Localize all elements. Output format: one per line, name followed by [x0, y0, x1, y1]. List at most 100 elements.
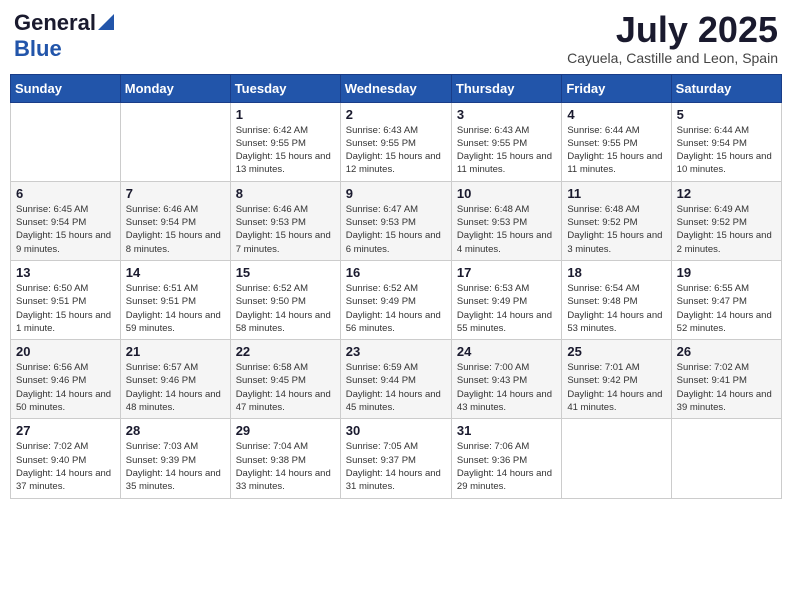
title-block: July 2025 Cayuela, Castille and Leon, Sp…	[567, 10, 778, 66]
day-number: 9	[346, 186, 446, 201]
day-number: 11	[567, 186, 665, 201]
day-info: Sunrise: 7:00 AMSunset: 9:43 PMDaylight:…	[457, 361, 556, 414]
logo: General Blue	[14, 10, 114, 62]
weekday-header-saturday: Saturday	[671, 74, 781, 102]
calendar-cell: 17Sunrise: 6:53 AMSunset: 9:49 PMDayligh…	[451, 260, 561, 339]
calendar-cell: 13Sunrise: 6:50 AMSunset: 9:51 PMDayligh…	[11, 260, 121, 339]
calendar-cell: 8 Sunrise: 6:46 AMSunset: 9:53 PMDaylight…	[230, 181, 340, 260]
calendar-cell: 15Sunrise: 6:52 AMSunset: 9:50 PMDayligh…	[230, 260, 340, 339]
calendar-week-row: 13Sunrise: 6:50 AMSunset: 9:51 PMDayligh…	[11, 260, 782, 339]
day-number: 22	[236, 344, 335, 359]
calendar-cell: 3Sunrise: 6:43 AMSunset: 9:55 PMDaylight…	[451, 102, 561, 181]
day-info: Sunrise: 7:03 AMSunset: 9:39 PMDaylight:…	[126, 440, 225, 493]
day-number: 26	[677, 344, 776, 359]
day-number: 29	[236, 423, 335, 438]
calendar-cell: 1 Sunrise: 6:42 AMSunset: 9:55 PMDaylight…	[230, 102, 340, 181]
day-info: Sunrise: 6:56 AMSunset: 9:46 PMDaylight:…	[16, 361, 115, 414]
calendar-cell	[671, 419, 781, 498]
day-number: 3	[457, 107, 556, 122]
day-info: Sunrise: 6:44 AMSunset: 9:55 PMDaylight:…	[567, 124, 665, 177]
day-number: 19	[677, 265, 776, 280]
day-number: 15	[236, 265, 335, 280]
calendar-cell: 20 Sunrise: 6:56 AMSunset: 9:46 PMDayligh…	[11, 340, 121, 419]
weekday-header-monday: Monday	[120, 74, 230, 102]
day-info: Sunrise: 6:53 AMSunset: 9:49 PMDaylight:…	[457, 282, 556, 335]
calendar-cell: 22 Sunrise: 6:58 AMSunset: 9:45 PMDayligh…	[230, 340, 340, 419]
day-number: 2	[346, 107, 446, 122]
day-number: 25	[567, 344, 665, 359]
day-number: 5	[677, 107, 776, 122]
day-info: Sunrise: 6:48 AMSunset: 9:53 PMDaylight:…	[457, 203, 556, 256]
day-info: Sunrise: 6:47 AMSunset: 9:53 PMDaylight:…	[346, 203, 446, 256]
day-info: Sunrise: 6:42 AMSunset: 9:55 PMDaylight:…	[236, 124, 335, 177]
day-number: 20	[16, 344, 115, 359]
day-info: Sunrise: 7:01 AMSunset: 9:42 PMDaylight:…	[567, 361, 665, 414]
calendar-cell: 19 Sunrise: 6:55 AMSunset: 9:47 PMDayligh…	[671, 260, 781, 339]
day-number: 14	[126, 265, 225, 280]
day-number: 21	[126, 344, 225, 359]
day-number: 31	[457, 423, 556, 438]
calendar-cell: 30 Sunrise: 7:05 AMSunset: 9:37 PMDayligh…	[340, 419, 451, 498]
calendar-cell: 27 Sunrise: 7:02 AMSunset: 9:40 PMDayligh…	[11, 419, 121, 498]
calendar-cell: 6 Sunrise: 6:45 AMSunset: 9:54 PMDaylight…	[11, 181, 121, 260]
day-info: Sunrise: 6:46 AMSunset: 9:54 PMDaylight:…	[126, 203, 225, 256]
calendar-week-row: 6 Sunrise: 6:45 AMSunset: 9:54 PMDaylight…	[11, 181, 782, 260]
day-number: 10	[457, 186, 556, 201]
month-title: July 2025	[567, 10, 778, 50]
day-info: Sunrise: 6:44 AMSunset: 9:54 PMDaylight:…	[677, 124, 776, 177]
day-number: 18	[567, 265, 665, 280]
day-number: 1	[236, 107, 335, 122]
calendar-cell: 26Sunrise: 7:02 AMSunset: 9:41 PMDayligh…	[671, 340, 781, 419]
calendar-cell: 24 Sunrise: 7:00 AMSunset: 9:43 PMDayligh…	[451, 340, 561, 419]
day-info: Sunrise: 6:54 AMSunset: 9:48 PMDaylight:…	[567, 282, 665, 335]
day-info: Sunrise: 6:49 AMSunset: 9:52 PMDaylight:…	[677, 203, 776, 256]
day-info: Sunrise: 6:43 AMSunset: 9:55 PMDaylight:…	[346, 124, 446, 177]
calendar-week-row: 27 Sunrise: 7:02 AMSunset: 9:40 PMDayligh…	[11, 419, 782, 498]
calendar-cell: 4Sunrise: 6:44 AMSunset: 9:55 PMDaylight…	[562, 102, 671, 181]
calendar-cell: 28 Sunrise: 7:03 AMSunset: 9:39 PMDayligh…	[120, 419, 230, 498]
day-info: Sunrise: 6:51 AMSunset: 9:51 PMDaylight:…	[126, 282, 225, 335]
day-info: Sunrise: 6:55 AMSunset: 9:47 PMDaylight:…	[677, 282, 776, 335]
weekday-header-wednesday: Wednesday	[340, 74, 451, 102]
day-number: 13	[16, 265, 115, 280]
calendar-week-row: 20 Sunrise: 6:56 AMSunset: 9:46 PMDayligh…	[11, 340, 782, 419]
calendar-cell: 5 Sunrise: 6:44 AMSunset: 9:54 PMDaylight…	[671, 102, 781, 181]
calendar-cell: 14 Sunrise: 6:51 AMSunset: 9:51 PMDayligh…	[120, 260, 230, 339]
calendar-table: SundayMondayTuesdayWednesdayThursdayFrid…	[10, 74, 782, 499]
day-number: 27	[16, 423, 115, 438]
calendar-cell: 18 Sunrise: 6:54 AMSunset: 9:48 PMDayligh…	[562, 260, 671, 339]
day-info: Sunrise: 6:57 AMSunset: 9:46 PMDaylight:…	[126, 361, 225, 414]
day-number: 30	[346, 423, 446, 438]
day-info: Sunrise: 6:46 AMSunset: 9:53 PMDaylight:…	[236, 203, 335, 256]
location: Cayuela, Castille and Leon, Spain	[567, 50, 778, 66]
day-info: Sunrise: 7:02 AMSunset: 9:40 PMDaylight:…	[16, 440, 115, 493]
calendar-cell: 10 Sunrise: 6:48 AMSunset: 9:53 PMDayligh…	[451, 181, 561, 260]
weekday-header-thursday: Thursday	[451, 74, 561, 102]
day-info: Sunrise: 7:05 AMSunset: 9:37 PMDaylight:…	[346, 440, 446, 493]
day-number: 12	[677, 186, 776, 201]
calendar-cell: 9 Sunrise: 6:47 AMSunset: 9:53 PMDaylight…	[340, 181, 451, 260]
day-number: 6	[16, 186, 115, 201]
day-number: 28	[126, 423, 225, 438]
calendar-cell: 7Sunrise: 6:46 AMSunset: 9:54 PMDaylight…	[120, 181, 230, 260]
day-info: Sunrise: 6:52 AMSunset: 9:49 PMDaylight:…	[346, 282, 446, 335]
day-number: 24	[457, 344, 556, 359]
day-info: Sunrise: 6:58 AMSunset: 9:45 PMDaylight:…	[236, 361, 335, 414]
day-number: 23	[346, 344, 446, 359]
calendar-cell: 29Sunrise: 7:04 AMSunset: 9:38 PMDayligh…	[230, 419, 340, 498]
weekday-header-sunday: Sunday	[11, 74, 121, 102]
calendar-cell	[11, 102, 121, 181]
weekday-header-row: SundayMondayTuesdayWednesdayThursdayFrid…	[11, 74, 782, 102]
day-info: Sunrise: 6:45 AMSunset: 9:54 PMDaylight:…	[16, 203, 115, 256]
logo-blue: Blue	[14, 36, 62, 61]
logo-general: General	[14, 10, 96, 36]
calendar-cell: 16Sunrise: 6:52 AMSunset: 9:49 PMDayligh…	[340, 260, 451, 339]
calendar-cell	[120, 102, 230, 181]
calendar-cell: 23Sunrise: 6:59 AMSunset: 9:44 PMDayligh…	[340, 340, 451, 419]
weekday-header-tuesday: Tuesday	[230, 74, 340, 102]
day-info: Sunrise: 6:48 AMSunset: 9:52 PMDaylight:…	[567, 203, 665, 256]
calendar-cell: 21 Sunrise: 6:57 AMSunset: 9:46 PMDayligh…	[120, 340, 230, 419]
day-number: 8	[236, 186, 335, 201]
calendar-cell: 12 Sunrise: 6:49 AMSunset: 9:52 PMDayligh…	[671, 181, 781, 260]
calendar-cell: 25 Sunrise: 7:01 AMSunset: 9:42 PMDayligh…	[562, 340, 671, 419]
